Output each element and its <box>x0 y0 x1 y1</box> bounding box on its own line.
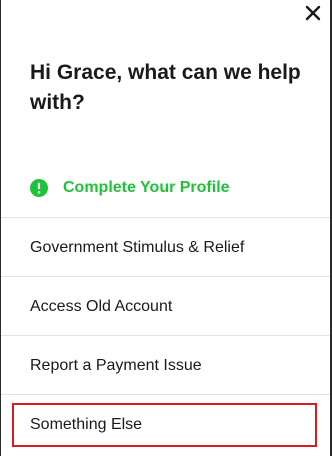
menu-item-government-stimulus[interactable]: Government Stimulus & Relief <box>1 217 330 276</box>
menu-item-label: Access Old Account <box>30 298 173 315</box>
alert-circle-icon <box>30 179 48 197</box>
help-dialog: Hi Grace, what can we help with? Complet… <box>1 0 330 456</box>
menu-item-label: Something Else <box>30 416 143 433</box>
help-topic-list: Government Stimulus & Relief Access Old … <box>1 217 330 453</box>
page-title: Hi Grace, what can we help with? <box>30 61 301 114</box>
menu-item-access-old-account[interactable]: Access Old Account <box>1 276 330 335</box>
close-button[interactable] <box>304 4 322 22</box>
menu-item-something-else[interactable]: Something Else <box>1 394 330 453</box>
menu-item-label: Report a Payment Issue <box>30 357 202 374</box>
menu-item-report-payment-issue[interactable]: Report a Payment Issue <box>1 335 330 394</box>
close-icon <box>305 5 321 21</box>
menu-item-label: Government Stimulus & Relief <box>30 239 245 256</box>
complete-profile-item[interactable]: Complete Your Profile <box>1 160 330 216</box>
complete-profile-label: Complete Your Profile <box>63 179 230 196</box>
